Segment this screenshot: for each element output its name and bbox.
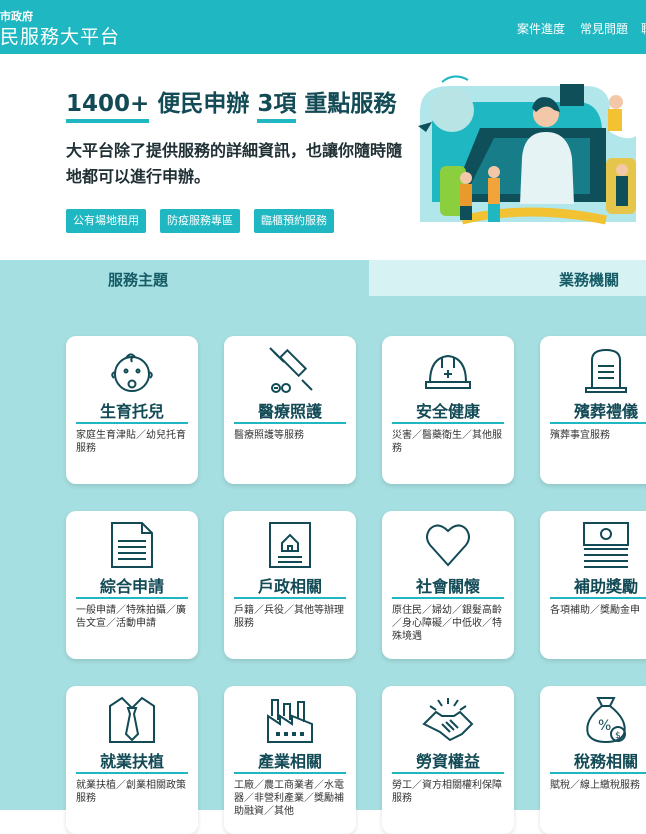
tab-service-topics[interactable]: 服務主題 xyxy=(0,260,369,296)
service-card[interactable]: 補助獎勵 各項補助／獎勵金申 xyxy=(540,511,646,659)
tab-agencies[interactable]: 業務機關 xyxy=(369,260,646,296)
headline-text-1: 便民申辦 xyxy=(157,91,250,117)
card-description: 工廠／農工商業者／水電器／非營利產業／獎勵補助融資／其他 xyxy=(234,780,344,817)
service-card[interactable]: 產業相關 工廠／農工商業者／水電器／非營利產業／獎勵補助融資／其他 xyxy=(224,686,356,834)
svg-text:$: $ xyxy=(615,731,621,741)
card-title: 就業扶植 xyxy=(99,752,164,771)
venue-rental-button[interactable]: 公有場地租用 xyxy=(66,209,146,233)
card-description: 就業扶植／創業相關政策服務 xyxy=(76,780,186,804)
service-card[interactable]: 安全健康 災害／醫藥衛生／其他服務 xyxy=(382,336,514,484)
document-icon xyxy=(111,522,153,568)
nav-faq[interactable]: 常見問題 xyxy=(580,20,628,37)
service-card[interactable]: 戶政相關 戶籍／兵役／其他等辦理服務 xyxy=(224,511,356,659)
hero-headline: 1400+ 便民申辦 3項 重點服務 xyxy=(66,84,396,123)
handshake-icon xyxy=(422,698,474,742)
service-card[interactable]: 殯葬禮儀 殯葬事宜服務 xyxy=(540,336,646,484)
card-description: 家庭生育津貼／幼兒托育服務 xyxy=(76,430,186,454)
svg-text:%: % xyxy=(598,718,611,734)
card-title: 補助獎勵 xyxy=(573,577,638,596)
shirt-tie-icon xyxy=(109,696,155,743)
moneybag-icon: %$ xyxy=(586,697,626,744)
card-divider xyxy=(392,597,504,599)
counter-booking-button[interactable]: 臨櫃預約服務 xyxy=(254,209,334,233)
card-description: 各項補助／獎勵金申 xyxy=(550,605,640,616)
nav-case-progress[interactable]: 案件進度 xyxy=(517,20,565,37)
service-card[interactable]: 勞資權益 勞工／資方相關權利保障服務 xyxy=(382,686,514,834)
card-title: 殯葬禮儀 xyxy=(573,402,638,421)
card-divider xyxy=(392,422,504,424)
card-divider xyxy=(76,772,188,774)
helmet-icon xyxy=(425,354,471,389)
headline-text-2: 重點服務 xyxy=(304,91,397,117)
card-divider xyxy=(234,597,346,599)
card-divider xyxy=(392,772,504,774)
card-description: 殯葬事宜服務 xyxy=(550,430,610,441)
card-divider xyxy=(550,597,646,599)
household-icon xyxy=(269,522,311,568)
tombstone-icon xyxy=(585,348,627,393)
heart-icon xyxy=(426,524,470,567)
service-card[interactable]: 生育托兒 家庭生育津貼／幼兒托育服務 xyxy=(66,336,198,484)
baby-icon xyxy=(111,353,153,392)
card-description: 原住民／婦幼／銀髮高齡／身心障礙／中低收／特殊境遇 xyxy=(392,605,502,642)
card-divider xyxy=(76,597,188,599)
card-title: 安全健康 xyxy=(415,402,480,421)
card-divider xyxy=(234,772,346,774)
service-card[interactable]: 醫療照護 醫療照護等服務 xyxy=(224,336,356,484)
headline-count-2: 3項 xyxy=(257,91,297,123)
card-title: 生育托兒 xyxy=(99,402,164,421)
hero-subtext: 大平台除了提供服務的詳細資訊，也讓你隨時隨地都可以進行申辦。 xyxy=(66,141,403,186)
money-icon xyxy=(583,522,629,568)
service-card[interactable]: 就業扶植 就業扶植／創業相關政策服務 xyxy=(66,686,198,834)
card-description: 醫療照護等服務 xyxy=(234,430,304,441)
site-title[interactable]: 民服務大平台 xyxy=(0,22,120,49)
category-tabs: 服務主題 業務機關 xyxy=(0,260,646,296)
tab-agencies-label: 業務機關 xyxy=(559,271,620,289)
card-title: 產業相關 xyxy=(257,752,322,771)
card-title: 社會關懷 xyxy=(415,577,480,596)
hero-illustration xyxy=(418,75,636,225)
card-description: 賦稅／線上繳稅服務 xyxy=(550,780,640,791)
service-card[interactable]: 社會關懷 原住民／婦幼／銀髮高齡／身心障礙／中低收／特殊境遇 xyxy=(382,511,514,659)
service-card[interactable]: 綜合申請 一般申請／特殊拍攝／廣告文宣／活動申請 xyxy=(66,511,198,659)
card-title: 稅務相關 xyxy=(573,752,638,771)
factory-icon xyxy=(267,699,313,743)
card-description: 勞工／資方相關權利保障服務 xyxy=(392,780,502,804)
top-bar: 市政府 民服務大平台 案件進度 常見問題 聯 xyxy=(0,0,646,54)
nav-contact[interactable]: 聯 xyxy=(641,20,646,37)
epidemic-services-button[interactable]: 防疫服務專區 xyxy=(160,209,240,233)
syringe-icon xyxy=(269,347,313,393)
card-title: 醫療照護 xyxy=(257,402,322,421)
headline-count: 1400+ xyxy=(66,91,150,123)
card-title: 綜合申請 xyxy=(99,577,164,596)
card-divider xyxy=(550,772,646,774)
card-description: 災害／醫藥衛生／其他服務 xyxy=(392,430,502,454)
card-divider xyxy=(234,422,346,424)
card-title: 戶政相關 xyxy=(257,577,322,596)
card-divider xyxy=(76,422,188,424)
card-description: 戶籍／兵役／其他等辦理服務 xyxy=(234,605,344,629)
service-card[interactable]: % $ 稅務相關 賦稅／線上繳稅服務 xyxy=(540,686,646,834)
card-description: 一般申請／特殊拍攝／廣告文宣／活動申請 xyxy=(76,605,186,629)
card-title: 勞資權益 xyxy=(415,752,480,771)
tab-service-topics-label: 服務主題 xyxy=(108,271,169,289)
card-divider xyxy=(550,422,646,424)
